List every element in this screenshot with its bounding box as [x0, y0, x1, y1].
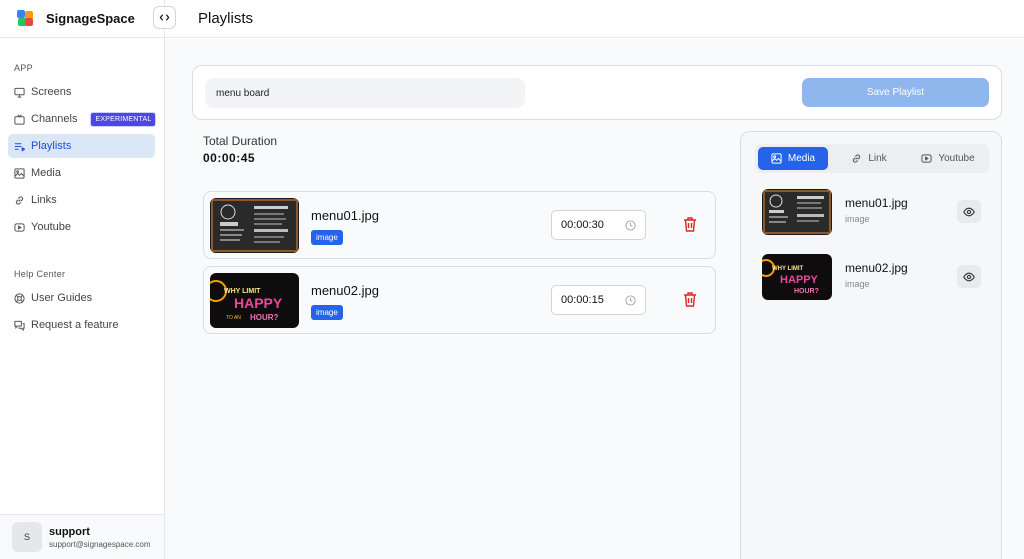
media-thumbnail	[762, 189, 832, 235]
sidebar-item-label: Request a feature	[31, 319, 119, 331]
playlist-item[interactable]: menu01.jpg image 00:00:30	[203, 191, 716, 259]
tv-icon	[14, 113, 25, 125]
sidebar-item-youtube[interactable]: Youtube	[8, 215, 155, 239]
clock-icon	[625, 295, 636, 306]
sidebar-item-user-guides[interactable]: User Guides	[8, 286, 155, 310]
svg-text:HOUR?: HOUR?	[794, 288, 819, 295]
svg-text:TO AN: TO AN	[226, 315, 241, 321]
type-badge: image	[311, 230, 343, 245]
avatar: S	[12, 522, 42, 552]
brand-name: SignageSpace	[46, 11, 135, 26]
library-item[interactable]: WHY LIMIT HAPPY HOUR? menu02.jpg image	[762, 254, 982, 300]
trash-icon[interactable]	[682, 291, 698, 308]
library-tabs: Media Link Youtube	[755, 144, 989, 173]
top-bar: Playlists	[165, 0, 1024, 38]
sidebar-item-label: Playlists	[31, 140, 72, 152]
preview-button[interactable]	[957, 200, 981, 223]
tab-label: Youtube	[938, 153, 975, 164]
trash-icon[interactable]	[682, 216, 698, 233]
code-brackets-icon	[159, 14, 170, 21]
image-icon	[14, 167, 25, 179]
library-item-type: image	[845, 279, 870, 289]
sidebar-item-label: Media	[31, 167, 61, 179]
type-badge: image	[311, 305, 343, 320]
sidebar: SignageSpace APP Screens Channels EXPERI…	[0, 0, 165, 559]
sidebar-item-label: Links	[31, 194, 57, 206]
tab-media[interactable]: Media	[758, 147, 828, 170]
sidebar-item-request-feature[interactable]: Request a feature	[8, 313, 155, 337]
sidebar-item-links[interactable]: Links	[8, 188, 155, 212]
svg-text:HAPPY: HAPPY	[780, 274, 819, 286]
svg-text:HAPPY: HAPPY	[234, 295, 283, 311]
experimental-badge: EXPERIMENTAL	[90, 111, 157, 127]
media-thumbnail: WHY LIMIT HAPPY HOUR? TO AN	[210, 273, 299, 328]
media-thumbnail	[210, 198, 299, 253]
media-thumbnail: WHY LIMIT HAPPY HOUR?	[762, 254, 832, 300]
link-icon	[851, 153, 862, 164]
sidebar-item-screens[interactable]: Screens	[8, 80, 155, 104]
user-email: support@signagespace.com	[49, 539, 151, 549]
playlist-name-card: Save Playlist	[192, 65, 1002, 120]
library-item[interactable]: menu01.jpg image	[762, 189, 982, 235]
svg-text:HOUR?: HOUR?	[250, 313, 279, 322]
playlist-name-input[interactable]	[205, 78, 525, 108]
tab-label: Link	[868, 153, 887, 164]
preview-button[interactable]	[957, 265, 981, 288]
image-icon	[771, 153, 782, 164]
eye-icon	[963, 272, 975, 281]
sidebar-item-playlists[interactable]: Playlists	[8, 134, 155, 158]
save-playlist-button[interactable]: Save Playlist	[802, 78, 989, 107]
youtube-icon	[14, 222, 25, 233]
media-library-panel: Media Link Youtube menu01.jpg image WHY …	[740, 131, 1002, 559]
sidebar-item-label: Screens	[31, 86, 72, 98]
duration-value: 00:00:15	[561, 294, 604, 306]
link-icon	[14, 195, 25, 206]
duration-value: 00:00:30	[561, 219, 604, 231]
playlist-item[interactable]: WHY LIMIT HAPPY HOUR? TO AN menu02.jpg i…	[203, 266, 716, 334]
library-item-name: menu01.jpg	[845, 196, 908, 210]
section-label-app: APP	[14, 63, 33, 73]
svg-text:WHY LIMIT: WHY LIMIT	[772, 266, 804, 272]
playlist-icon	[14, 141, 25, 152]
tab-youtube[interactable]: Youtube	[910, 147, 986, 170]
eye-icon	[963, 207, 975, 216]
library-item-name: menu02.jpg	[845, 261, 908, 275]
item-name: menu02.jpg	[311, 283, 379, 298]
sidebar-item-label: User Guides	[31, 292, 93, 304]
sidebar-item-media[interactable]: Media	[8, 161, 155, 185]
lifebuoy-icon	[14, 292, 25, 304]
collapse-sidebar-button[interactable]	[153, 6, 176, 29]
tab-link[interactable]: Link	[828, 147, 910, 170]
main-content: Save Playlist Total Duration 00:00:45	[165, 39, 1024, 559]
clock-icon	[625, 220, 636, 231]
section-label-help: Help Center	[14, 269, 66, 279]
brand[interactable]: SignageSpace	[0, 0, 164, 38]
total-duration-label: Total Duration	[203, 134, 278, 148]
logo-icon	[17, 10, 34, 27]
user-name: support	[49, 525, 90, 538]
youtube-icon	[921, 153, 932, 164]
sidebar-item-label: Channels	[31, 113, 78, 125]
monitor-icon	[14, 87, 25, 98]
sidebar-item-label: Youtube	[31, 221, 71, 233]
page-title: Playlists	[198, 10, 254, 27]
tab-label: Media	[787, 153, 816, 164]
svg-text:WHY LIMIT: WHY LIMIT	[224, 288, 261, 295]
sidebar-item-channels[interactable]: Channels EXPERIMENTAL	[8, 107, 157, 131]
user-profile[interactable]: S support support@signagespace.com	[0, 514, 164, 559]
total-duration-value: 00:00:45	[203, 151, 256, 165]
chat-icon	[14, 320, 25, 331]
duration-input[interactable]: 00:00:30	[551, 210, 646, 240]
duration-input[interactable]: 00:00:15	[551, 285, 646, 315]
library-item-type: image	[845, 214, 870, 224]
item-name: menu01.jpg	[311, 208, 379, 223]
